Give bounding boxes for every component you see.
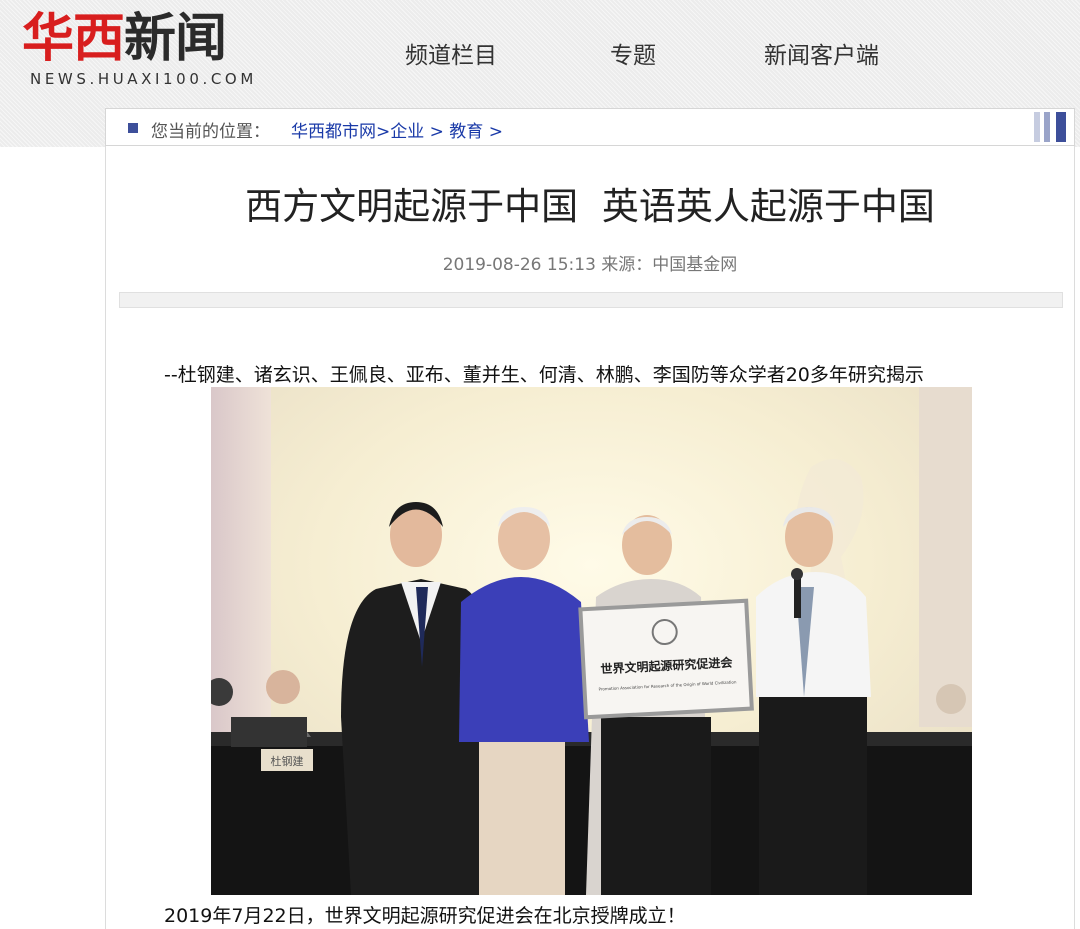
logo-text-red: 华西 xyxy=(22,9,125,69)
breadcrumb-links: 华西都市网>企业 > 教育 > xyxy=(291,117,503,142)
breadcrumb-link-enterprise[interactable]: >企业 xyxy=(376,122,424,142)
breadcrumb-separator: > xyxy=(483,122,503,142)
square-bullet-icon xyxy=(128,123,138,133)
logo-text-dark: 新闻 xyxy=(124,9,227,69)
article-photo: 杜钢建 世界文明起源研究促进会 Promotion Association fo… xyxy=(211,387,972,895)
nav-news-client[interactable]: 新闻客户端 xyxy=(764,36,879,70)
article-meta: 2019-08-26 15:13 来源：中国基金网 xyxy=(442,255,738,275)
article-title: 西方文明起源于中国 英语英人起源于中国 xyxy=(245,185,935,228)
stripes-decoration-icon xyxy=(1034,112,1070,142)
photo-caption: 2019年7月22日，世界文明起源研究促进会在北京授牌成立！ xyxy=(164,905,686,927)
nav-channels[interactable]: 频道栏目 xyxy=(405,36,497,70)
article-subtitle: --杜钢建、诸玄识、王佩良、亚布、董并生、何清、林鹏、李国防等众学者20多年研究… xyxy=(164,364,924,386)
logo-domain: NEWS.HUAXI100.COM xyxy=(30,70,257,88)
breadcrumb-link-home[interactable]: 华西都市网 xyxy=(291,122,376,142)
nav-topics[interactable]: 专题 xyxy=(610,36,656,70)
article-container: 西方文明起源于中国 英语英人起源于中国 2019-08-26 15:13 来源：… xyxy=(105,146,1075,929)
nameplate-text: 杜钢建 xyxy=(271,754,304,768)
site-logo[interactable]: 华西新闻 xyxy=(22,9,227,69)
breadcrumb: 您当前的位置： 华西都市网>企业 > 教育 > xyxy=(105,108,1075,146)
breadcrumb-link-education[interactable]: > 教育 xyxy=(424,122,484,142)
breadcrumb-label: 您当前的位置： xyxy=(151,122,270,142)
article-toolbar xyxy=(119,292,1063,308)
